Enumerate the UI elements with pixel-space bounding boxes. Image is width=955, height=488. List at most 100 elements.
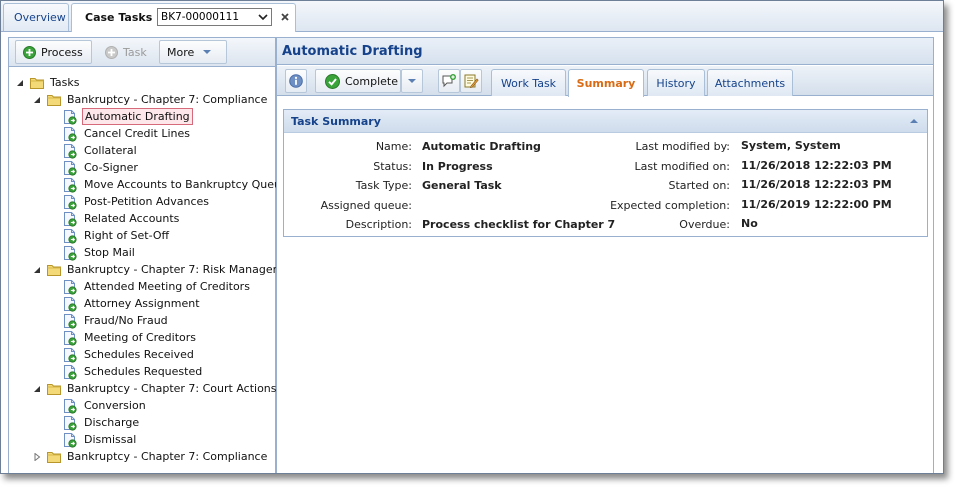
task-summary-header[interactable]: Task Summary [284, 110, 927, 133]
complete-button[interactable]: Complete [315, 69, 401, 93]
complete-button-label: Complete [345, 74, 399, 88]
tree-task-node[interactable]: Post-Petition Advances [62, 193, 211, 210]
tree-folder-node[interactable]: Tasks [29, 74, 81, 91]
process-button-label: Process [41, 45, 83, 59]
tree-folder-node[interactable]: Bankruptcy - Chapter 7: Risk Management [46, 261, 303, 278]
tree-task-node[interactable]: Automatic Drafting [62, 108, 193, 125]
tab-overview[interactable]: Overview [3, 3, 69, 31]
summary-field-label: Description: [345, 218, 412, 231]
tree-task-node[interactable]: Meeting of Creditors [62, 329, 198, 346]
task-document-icon [64, 330, 77, 346]
tree-node-label: Right of Set-Off [84, 229, 170, 242]
tree-task-node[interactable]: Attorney Assignment [62, 295, 202, 312]
tree-node-label: Dismissal [84, 433, 137, 446]
tab-history[interactable]: History [647, 69, 705, 96]
tree-toolbar: Process Task More [9, 38, 275, 67]
task-document-icon [64, 109, 77, 125]
summary-field-label: Status: [373, 159, 412, 173]
tree-node-label: Bankruptcy - Chapter 7: Court Actions [67, 382, 277, 395]
expand-arrow-icon[interactable] [33, 453, 41, 461]
tree-task-node[interactable]: Schedules Requested [62, 363, 204, 380]
tree-task-node[interactable]: Attended Meeting of Creditors [62, 278, 252, 295]
tree-task-node[interactable]: Collateral [62, 142, 139, 159]
task-detail-toolbar: Complete Work Task Summary History Attac… [277, 66, 933, 97]
task-document-icon [64, 177, 77, 193]
summary-field-label: Assigned queue: [320, 198, 412, 212]
tab-attachments-label: Attachments [714, 76, 786, 90]
tree-node-label: Bankruptcy - Chapter 7: Risk Management [67, 263, 302, 276]
chevron-down-icon [408, 79, 416, 83]
summary-field-value: General Task [422, 179, 502, 192]
tree-node-label: Schedules Received [84, 348, 194, 361]
tree-node-label: Collateral [84, 144, 137, 157]
tree-folder-node[interactable]: Bankruptcy - Chapter 7: Compliance [46, 91, 269, 108]
tree-node-label: Conversion [84, 399, 146, 412]
task-document-icon [64, 398, 77, 414]
tree-node-label: Cancel Credit Lines [84, 127, 190, 140]
folder-icon [30, 77, 44, 89]
tree-task-node[interactable]: Fraud/No Fraud [62, 312, 170, 329]
task-button[interactable]: Task [97, 40, 159, 64]
task-tree-panel: Process Task More Tasks Bankruptcy - Chap… [8, 37, 301, 473]
collapse-arrow-icon[interactable] [33, 266, 41, 274]
tree-task-node[interactable]: Move Accounts to Bankruptcy Queue [62, 176, 290, 193]
tree-task-node[interactable]: Co-Signer [62, 159, 140, 176]
task-document-icon [64, 228, 77, 244]
tab-history-label: History [656, 76, 696, 90]
check-circle-icon [325, 73, 340, 89]
tree-folder-node[interactable]: Bankruptcy - Chapter 7: Court Actions [46, 380, 279, 397]
more-button[interactable]: More [159, 40, 227, 64]
tree-task-node[interactable]: Stop Mail [62, 244, 137, 261]
task-document-icon [64, 415, 77, 431]
tree-node-label: Bankruptcy - Chapter 7: Compliance [67, 93, 268, 106]
tree-task-node[interactable]: Schedules Received [62, 346, 196, 363]
tree-node-label: Post-Petition Advances [84, 195, 210, 208]
process-button[interactable]: Process [15, 40, 92, 64]
folder-icon [47, 264, 61, 276]
summary-field-label: Last modified on: [634, 159, 730, 173]
add-comment-button[interactable] [438, 69, 460, 93]
tab-case-tasks[interactable]: Case Tasks BK7-00000111 [71, 3, 296, 32]
summary-field-value: In Progress [422, 159, 493, 173]
tree-task-node[interactable]: Related Accounts [62, 210, 181, 227]
edit-notes-button[interactable] [460, 69, 482, 93]
tree-folder-node[interactable]: Bankruptcy - Chapter 7: Compliance [46, 448, 269, 465]
tree-node-label: Co-Signer [84, 161, 138, 174]
task-document-icon [64, 143, 77, 159]
tab-attachments[interactable]: Attachments [707, 69, 793, 96]
task-document-icon [64, 347, 77, 363]
summary-field-value: 11/26/2018 12:22:03 PM [741, 158, 892, 172]
tree-task-node[interactable]: Discharge [62, 414, 141, 431]
close-icon[interactable] [280, 12, 290, 22]
collapse-up-icon[interactable] [909, 117, 919, 125]
tree-node-label: Meeting of Creditors [84, 331, 197, 344]
tree-task-node[interactable]: Cancel Credit Lines [62, 125, 192, 142]
application-window: Overview Case Tasks BK7-00000111 Process… [0, 0, 944, 474]
collapse-arrow-icon[interactable] [33, 385, 41, 393]
complete-dropdown-button[interactable] [401, 69, 423, 93]
task-document-icon [64, 160, 77, 176]
task-document-icon [64, 432, 77, 448]
summary-field-value: 11/26/2019 12:22:00 PM [741, 197, 892, 211]
comment-add-icon [442, 74, 456, 88]
tree-node-label: Automatic Drafting [82, 108, 193, 125]
summary-field-label: Name: [375, 140, 412, 153]
info-button[interactable] [285, 69, 307, 93]
tab-summary[interactable]: Summary [568, 69, 644, 97]
case-number-value: BK7-00000111 [161, 11, 240, 23]
tree-node-label: Tasks [50, 76, 80, 89]
tab-overview-label: Overview [14, 11, 66, 24]
tree-task-node[interactable]: Conversion [62, 397, 148, 414]
tab-summary-label: Summary [576, 77, 636, 90]
tab-work-task[interactable]: Work Task [491, 69, 566, 96]
task-detail-panel: Automatic Drafting Complete Work Task Su… [277, 37, 934, 473]
case-number-select[interactable]: BK7-00000111 [157, 8, 272, 26]
tree-task-node[interactable]: Right of Set-Off [62, 227, 171, 244]
collapse-arrow-icon[interactable] [16, 79, 24, 87]
summary-field-label: Last modified by: [635, 140, 730, 153]
tree-task-node[interactable]: Dismissal [62, 431, 138, 448]
task-document-icon [64, 194, 77, 210]
collapse-arrow-icon[interactable] [33, 96, 41, 104]
folder-icon [47, 451, 61, 463]
tree-node-label: Discharge [84, 416, 140, 429]
